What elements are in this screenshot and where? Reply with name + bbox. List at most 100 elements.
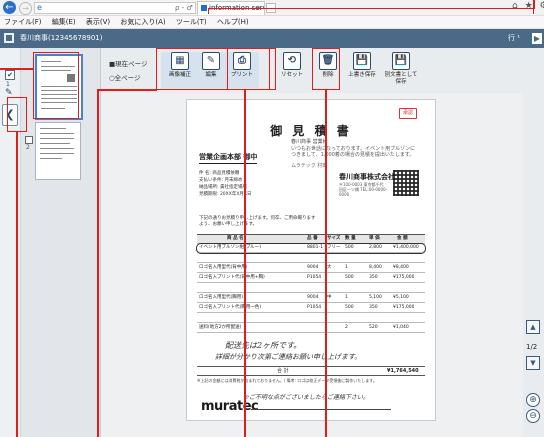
estimate-subtitle: 春川商事 営業様 — [291, 139, 328, 145]
overwrite-save-button[interactable]: 💾 上書き保存 — [344, 52, 380, 86]
back-arrow-icon[interactable]: ← — [3, 1, 16, 14]
callout-line — [97, 89, 99, 437]
tab-favicon-icon — [201, 5, 207, 11]
select-all-checkbox[interactable]: ✔ — [5, 70, 15, 80]
approval-stamp: 承認 — [399, 108, 417, 119]
col-qty: 数 量 — [345, 236, 356, 241]
callout-line — [0, 68, 33, 70]
table-cell: ¥175,000 — [393, 275, 415, 280]
table-row — [197, 284, 425, 293]
address-bar[interactable]: e ρ - ♂ — [34, 2, 196, 14]
callout-collapse — [7, 97, 27, 132]
document-title: 春川商事(12345678901) — [20, 34, 103, 42]
reset-icon: ⟲ — [283, 52, 301, 70]
table-row — [197, 254, 425, 263]
handwritten-note-1: 配送先は2ヶ所です。 — [225, 341, 302, 350]
table-cell: フリー — [327, 245, 341, 250]
menu-file[interactable]: ファイル(F) — [4, 18, 42, 26]
save-as-new-label: 別文書として保存 — [384, 72, 418, 85]
table-cell: 1 — [345, 295, 348, 300]
callout-line — [325, 90, 327, 437]
menu-favorites[interactable]: お気に入り(A) — [120, 18, 165, 26]
table-row: ロゴ名入プリント代(背中用+胸) P1054 500 350 ¥175,000 — [197, 274, 425, 283]
thumbnail-2-checkbox[interactable] — [25, 136, 33, 144]
zoom-out-icon[interactable]: ⊖ — [526, 409, 540, 423]
company-seal-icon — [393, 170, 419, 196]
table-cell: ¥8,400 — [393, 265, 409, 270]
table-cell: ロゴ名入用型代(胸用) — [199, 295, 244, 300]
save-as-new-button[interactable]: 💾 別文書として保存 — [382, 52, 420, 86]
table-header-row: 商 品 名 品 番 サイズ 数 量 単 価 金 額 — [197, 235, 425, 244]
callout-delete-button — [312, 48, 340, 90]
table-cell: 送料(地方2か所配送) — [199, 325, 242, 330]
save-as-icon: 💾 — [392, 52, 410, 70]
document-page: 承認 御 見 積 書 春川商事 営業様 いつもお世話になっております。イベント用… — [186, 99, 436, 421]
table-cell: 大 — [327, 265, 332, 270]
scope-all-pages[interactable]: ○全ページ — [109, 72, 141, 82]
estimate-greeting: いつもお世話になっております。イベント用ブルゾンにつきまして、1,000着の場合… — [291, 146, 416, 158]
ie-logo-icon: e — [37, 3, 42, 12]
app-logo-icon — [4, 33, 14, 43]
col-size: サイズ — [327, 236, 341, 241]
forward-arrow-icon[interactable]: → — [19, 2, 32, 15]
table-cell: P1054 — [307, 275, 322, 280]
table-cell: 8,400 — [369, 265, 382, 270]
table-row — [197, 314, 425, 323]
menu-view[interactable]: 表示(V) — [86, 18, 110, 26]
table-cell: ロゴ名入プリント代(胸用一色) — [199, 305, 262, 310]
info-line: 納品場所: 貴社指定場所 — [199, 185, 247, 190]
scope-current-page[interactable]: ■現在ページ — [109, 58, 148, 68]
table-cell: 5,100 — [369, 295, 382, 300]
page-navigation: ▲ 1/2 ▼ ⊕ ⊖ — [523, 93, 544, 437]
table-cell: 350 — [369, 275, 378, 280]
browser-menubar: ファイル(F) 編集(E) 表示(V) お気に入り(A) ツール(T) ヘルプ(… — [0, 16, 544, 29]
scope-current-label: ■現在ページ — [109, 60, 148, 68]
save-icon: 💾 — [353, 52, 371, 70]
table-cell: 500 — [345, 245, 354, 250]
info-line: 件 名: 商品見積依頼 — [199, 171, 240, 176]
callout-line — [16, 132, 18, 437]
table-row: ロゴ名入用型代(胸用) 9004 中 1 5,100 ¥5,100 — [197, 294, 425, 303]
app-header: 春川商事(12345678901) 行 ¹ ▶ — [0, 29, 544, 48]
table-cell: 520 — [369, 325, 378, 330]
table-cell: 1 — [345, 265, 348, 270]
page-thumbnail-2[interactable] — [35, 122, 81, 180]
page-up-button[interactable]: ▲ — [526, 320, 540, 334]
header-next-icon[interactable]: ▶ — [532, 33, 542, 44]
table-cell: 2 — [345, 325, 348, 330]
page-indicator: 1/2 — [526, 343, 538, 351]
estimate-info-block: 件 名: 商品見積依頼 支払い条件: 月末締め 納品場所: 貴社指定場所 見積期… — [199, 170, 279, 198]
estimate-signature: ムラテック 村田 — [291, 163, 328, 169]
address-tools[interactable]: ρ - ♂ — [175, 3, 193, 13]
reset-button[interactable]: ⟲ リセット — [277, 52, 307, 86]
callout-thumbnail — [33, 52, 79, 119]
table-row: 送料(地方2か所配送) 2 520 ¥1,040 — [197, 324, 425, 333]
callout-line — [244, 90, 246, 437]
table-row: ロゴ名入プリント代(胸用一色) P1054 500 350 ¥175,000 — [197, 304, 425, 313]
muratec-logo: muratec — [201, 399, 259, 414]
table-row: ロゴ名入用型代(背中用) 9004 大 1 8,400 ¥8,400 — [197, 264, 425, 273]
table-cell: 8801-1 — [307, 245, 323, 250]
estimate-note: 下記の通りお見積り申し上げます。何卒、ご用命賜りますよう、お願い申し上げます。 — [199, 216, 316, 227]
page-down-button[interactable]: ▼ — [526, 356, 540, 370]
col-code: 品 番 — [307, 236, 318, 241]
table-cell: P1054 — [307, 305, 322, 310]
table-cell: 9004 — [307, 295, 319, 300]
table-cell: イベント用ブルゾン紺(ブルー) — [199, 245, 262, 250]
thumbnail-2-number: 2 — [26, 144, 30, 151]
table-cell: 350 — [369, 305, 378, 310]
reset-label: リセット — [280, 72, 303, 78]
zoom-in-icon[interactable]: ⊕ — [526, 393, 540, 407]
menu-tools[interactable]: ツール(T) — [176, 18, 207, 26]
estimate-title: 御 見 積 書 — [270, 124, 352, 138]
table-cell: ¥175,000 — [393, 305, 415, 310]
table-cell: ¥5,100 — [393, 295, 409, 300]
estimate-remarks: ※上記の金額には消費税が含まれておりません。/ 備考: ロゴは校正データ受領後に… — [197, 378, 377, 383]
header-right-label: 行 ¹ — [508, 34, 521, 42]
col-amount: 金 額 — [397, 236, 408, 241]
info-line: 支払い条件: 月末締め — [199, 178, 243, 183]
menu-edit[interactable]: 編集(E) — [52, 18, 76, 26]
total-row: 合 計 ¥1,764,540 — [197, 366, 425, 376]
menu-help[interactable]: ヘルプ(H) — [217, 18, 249, 26]
table-cell: 中 — [327, 295, 332, 300]
